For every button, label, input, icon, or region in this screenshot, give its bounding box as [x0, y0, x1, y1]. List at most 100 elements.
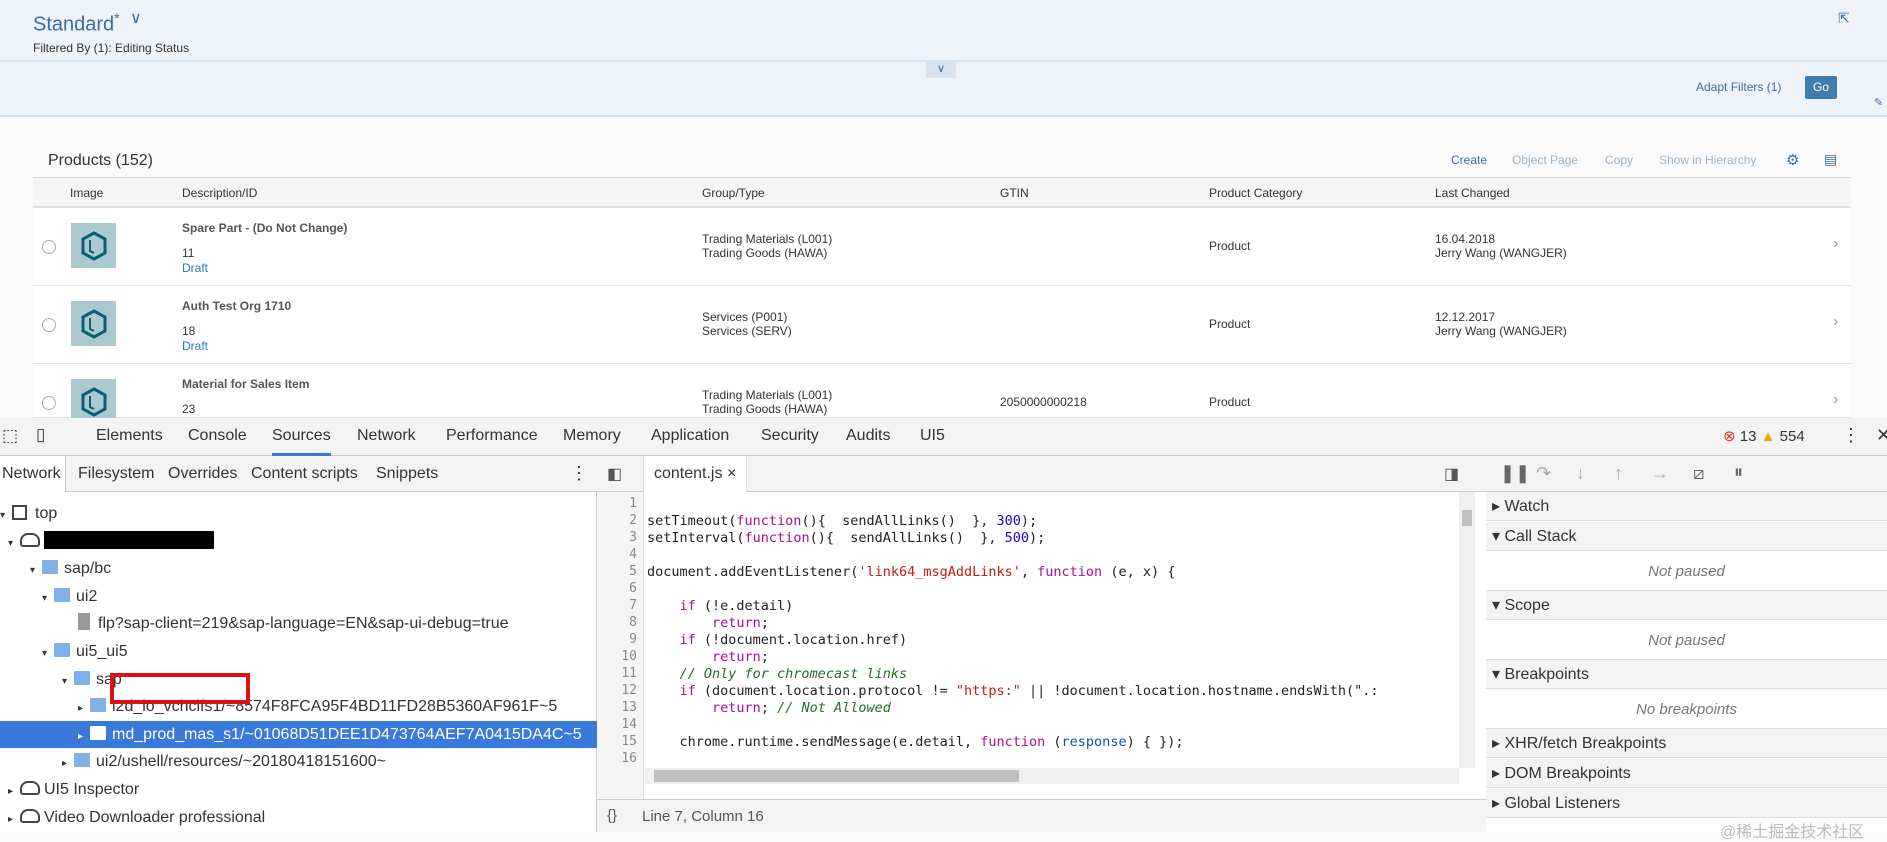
code-line[interactable]: chrome.runtime.sendMessage(e.detail, fun… [647, 734, 1184, 750]
line-number[interactable]: 15 [597, 734, 637, 749]
step-over-icon[interactable]: ↷ [1536, 463, 1551, 484]
row-select-radio[interactable] [42, 396, 56, 410]
collapsed-arrow-icon[interactable]: ▸ [78, 723, 90, 750]
section-global-listeners[interactable]: ▸ Global Listeners [1486, 789, 1887, 818]
tab-sources[interactable]: Sources [272, 427, 331, 456]
tab-security[interactable]: Security [761, 427, 819, 445]
horizontal-scrollbar[interactable] [644, 768, 1459, 784]
code-line[interactable]: setInterval(function(){ sendAllLinks() }… [647, 530, 1045, 546]
line-number[interactable]: 16 [597, 751, 637, 766]
step-out-icon[interactable]: ↑ [1614, 463, 1623, 484]
row-navigate-icon[interactable]: › [1833, 391, 1838, 409]
tab-memory[interactable]: Memory [563, 427, 621, 445]
line-number[interactable]: 12 [597, 683, 637, 698]
tree-item[interactable]: ▸ ui2/ushell/resources/~20180418151600~ [0, 748, 597, 775]
row-navigate-icon[interactable]: › [1833, 313, 1838, 331]
file-tab[interactable]: content.js × [643, 456, 748, 492]
subtab-filesystem[interactable]: Filesystem [78, 465, 154, 483]
step-into-icon[interactable]: ↓ [1576, 463, 1585, 484]
more-options-icon[interactable]: ⋮ [1842, 425, 1860, 446]
line-number[interactable]: 9 [597, 632, 637, 647]
settings-icon[interactable]: ⚙ [1786, 151, 1799, 169]
pause-icon[interactable]: ❚❚ [1500, 463, 1530, 484]
section-breakpoints[interactable]: ▾ Breakpoints [1486, 660, 1887, 689]
line-number[interactable]: 4 [597, 547, 637, 562]
subtab-overrides[interactable]: Overrides [168, 465, 237, 483]
share-icon[interactable]: ⇱ [1838, 10, 1850, 27]
expanded-arrow-icon[interactable]: ▾ [30, 557, 42, 584]
collapsed-arrow-icon[interactable]: ▸ [8, 806, 20, 833]
line-number[interactable]: 14 [597, 717, 637, 732]
toggle-navigator-icon[interactable]: ◧ [607, 464, 622, 484]
tree-item[interactable]: ▾ top [0, 500, 597, 527]
collapsed-arrow-icon[interactable]: ▸ [8, 778, 20, 805]
col-product-category[interactable]: Product Category [1209, 186, 1302, 200]
expanded-arrow-icon[interactable]: ▾ [42, 640, 54, 667]
draft-status[interactable]: Draft [182, 261, 208, 275]
code-line[interactable]: if (!e.detail) [647, 598, 794, 614]
col-description[interactable]: Description/ID [182, 186, 257, 200]
subtab-network[interactable]: Network [0, 456, 66, 492]
code-line[interactable]: // Only for chromecast links [647, 666, 908, 682]
code-line[interactable]: setTimeout(function(){ sendAllLinks() },… [647, 513, 1037, 529]
section-xhr-breakpoints[interactable]: ▸ XHR/fetch Breakpoints [1486, 729, 1887, 758]
tree-item[interactable]: flp?sap-client=219&sap-language=EN&sap-u… [0, 610, 597, 637]
section-watch[interactable]: ▸ Watch [1486, 492, 1887, 521]
device-toolbar-icon[interactable]: ▯ [36, 425, 45, 445]
go-button[interactable]: Go [1805, 76, 1837, 99]
vertical-scrollbar[interactable] [1459, 492, 1475, 768]
inspect-element-icon[interactable]: ⬚ [2, 426, 18, 446]
subtab-content-scripts[interactable]: Content scripts [251, 465, 358, 483]
line-number[interactable]: 8 [597, 615, 637, 630]
line-number[interactable]: 5 [597, 564, 637, 579]
line-number[interactable]: 2 [597, 513, 637, 528]
table-row[interactable]: Material for Sales Item 23 Trading Materia… [33, 364, 1851, 424]
tree-item[interactable]: ▸ i2d_lo_vchclfs1/~8574F8FCA95F4BD11FD28B… [0, 693, 597, 720]
expanded-arrow-icon[interactable]: ▾ [62, 668, 74, 695]
more-subtabs-icon[interactable]: ⋮ [570, 463, 588, 484]
close-devtools-icon[interactable]: ✕ [1876, 425, 1887, 446]
code-line[interactable]: document.addEventListener('link64_msgAdd… [647, 564, 1175, 580]
tab-ui5[interactable]: UI5 [920, 427, 945, 445]
tree-item[interactable]: ▾ ui5_ui5 [0, 638, 597, 665]
adapt-filters-link[interactable]: Adapt Filters (1) [1696, 80, 1781, 94]
tab-elements[interactable]: Elements [96, 427, 163, 445]
chevron-down-icon[interactable]: ∨ [130, 8, 142, 28]
tab-performance[interactable]: Performance [446, 427, 538, 445]
close-tab-icon[interactable]: × [727, 465, 736, 482]
row-navigate-icon[interactable]: › [1833, 235, 1838, 253]
code-line[interactable]: return; // Not Allowed [647, 700, 891, 716]
line-number[interactable]: 6 [597, 581, 637, 596]
show-in-hierarchy-button[interactable]: Show in Hierarchy [1659, 153, 1756, 167]
step-icon[interactable]: → [1651, 463, 1669, 484]
deactivate-breakpoints-icon[interactable]: ⧄ [1693, 463, 1704, 484]
col-group-type[interactable]: Group/Type [702, 186, 765, 200]
tree-item[interactable]: ▾ ui2 [0, 583, 597, 610]
tab-console[interactable]: Console [188, 427, 247, 445]
copy-button[interactable]: Copy [1605, 153, 1633, 167]
subtab-snippets[interactable]: Snippets [376, 465, 438, 483]
expanded-arrow-icon[interactable]: ▾ [8, 530, 20, 557]
line-number[interactable]: 10 [597, 649, 637, 664]
tree-item[interactable]: ▸ md_prod_mas_s1/~01068D51DEE1D473764AEF7… [0, 720, 597, 750]
section-scope[interactable]: ▾ Scope [1486, 591, 1887, 620]
code-line[interactable]: if (!document.location.href) [647, 632, 908, 648]
section-call-stack[interactable]: ▾ Call Stack [1486, 522, 1887, 551]
pin-icon[interactable]: ✎ [1874, 96, 1883, 109]
collapsed-arrow-icon[interactable]: ▸ [78, 695, 90, 722]
tree-item[interactable]: ▾ sap/bc [0, 555, 597, 582]
pretty-print-icon[interactable]: {} [607, 807, 617, 824]
tab-application[interactable]: Application [651, 427, 729, 445]
col-last-changed[interactable]: Last Changed [1435, 186, 1510, 200]
tree-item[interactable]: ▾ [0, 528, 597, 555]
tab-network[interactable]: Network [357, 427, 416, 445]
toggle-debugger-icon[interactable]: ◨ [1444, 464, 1459, 484]
col-image[interactable]: Image [70, 186, 103, 200]
col-gtin[interactable]: GTIN [1000, 186, 1029, 200]
expanded-arrow-icon[interactable]: ▾ [0, 502, 12, 529]
line-number[interactable]: 3 [597, 530, 637, 545]
tree-item[interactable]: ▸ UI5 Inspector [0, 776, 597, 803]
pause-on-exceptions-icon[interactable]: ⏸ [1734, 462, 1743, 483]
code-line[interactable]: return; [647, 615, 769, 631]
export-icon[interactable]: ▤ [1824, 151, 1837, 168]
